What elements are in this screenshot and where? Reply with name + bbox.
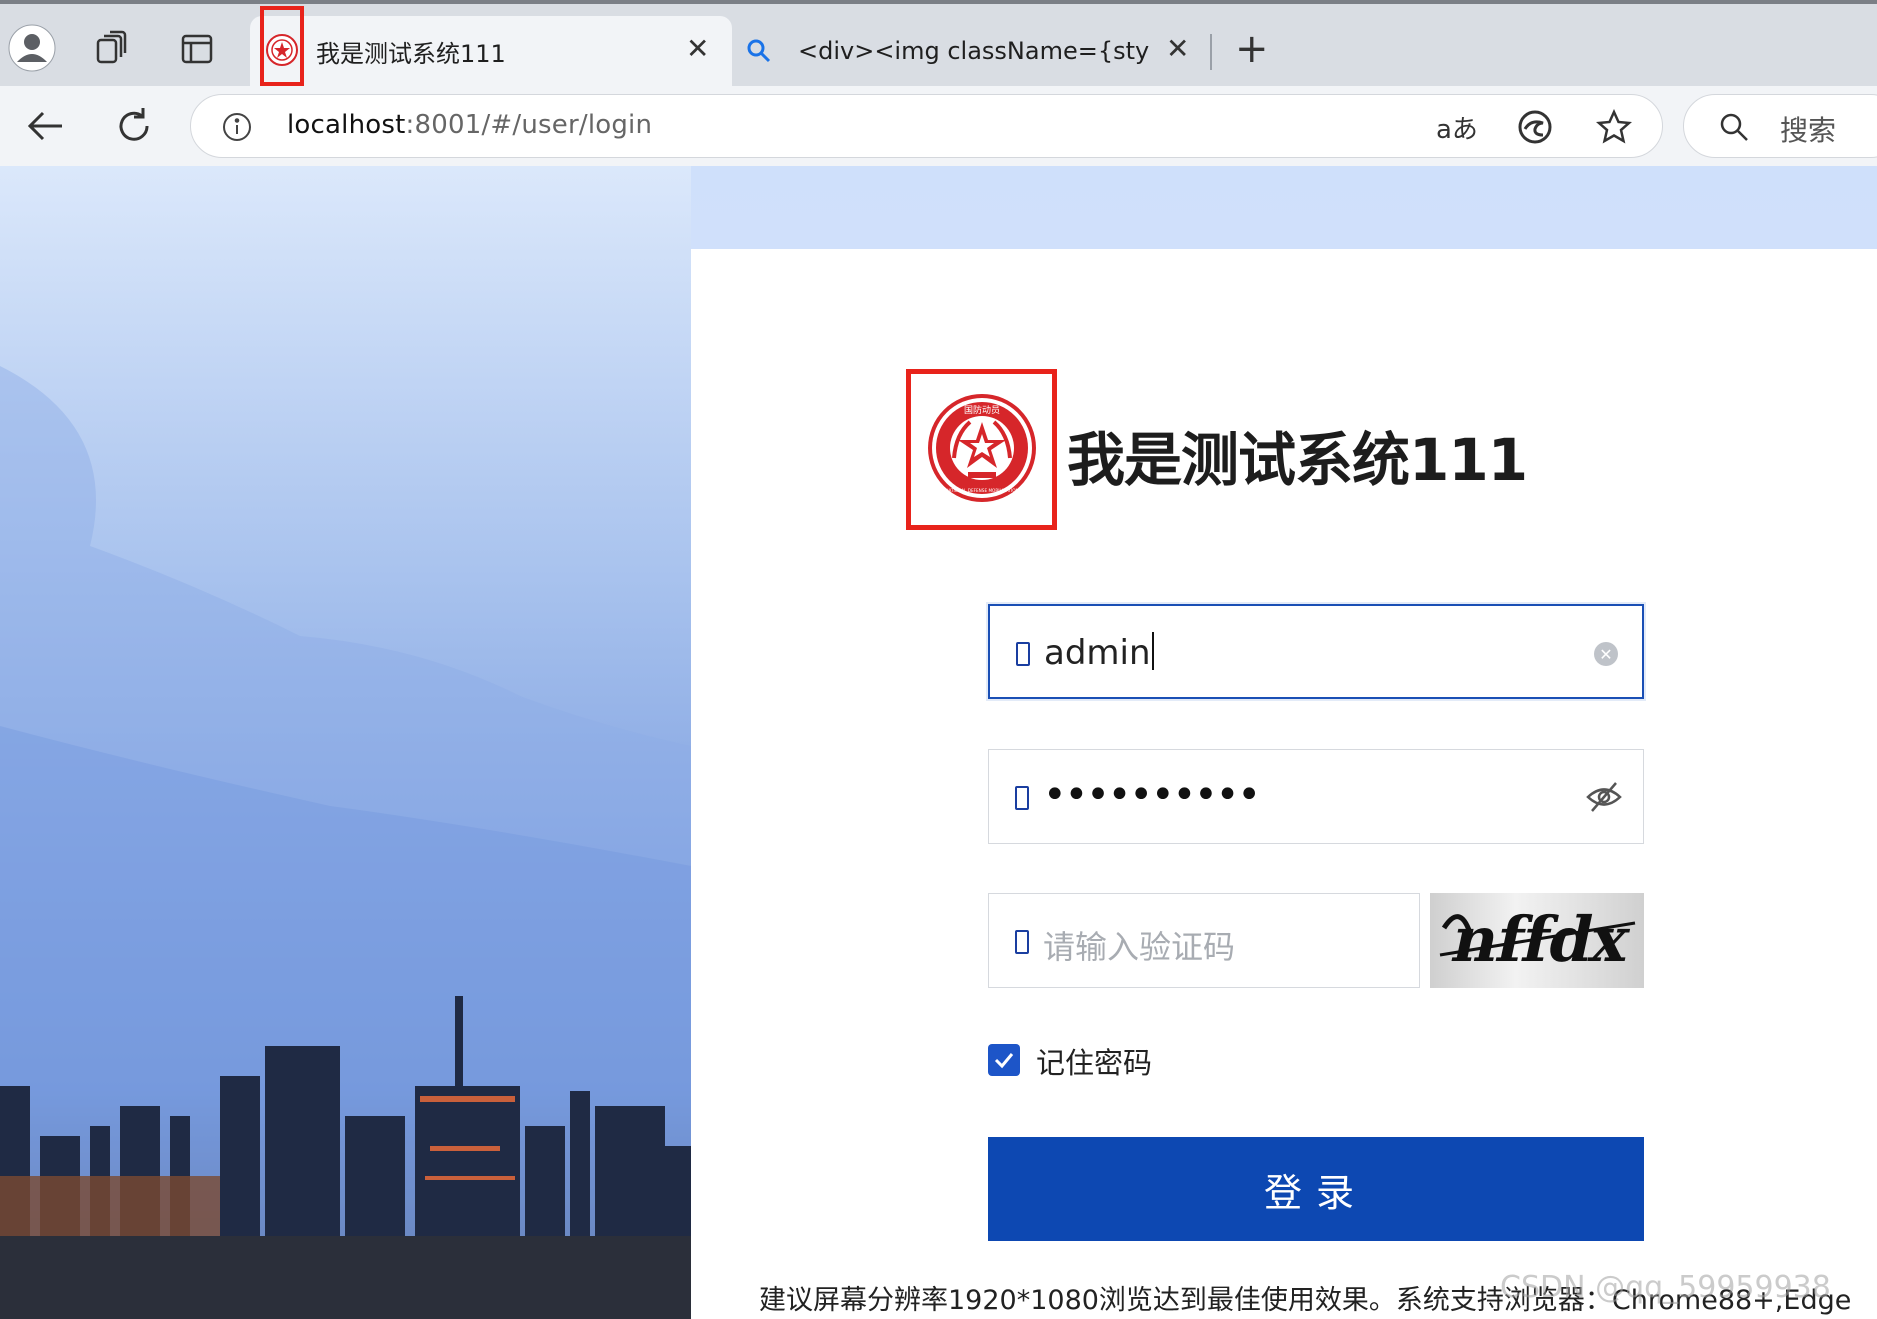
tab-title: 我是测试系统111 [316, 39, 506, 68]
eye-hidden-icon[interactable] [1585, 778, 1623, 820]
captcha-input[interactable]: 请输入验证码 [988, 893, 1420, 988]
emblem-bottom-text: NATIONAL DEFENSE MOBILIZATION [945, 488, 1018, 493]
profile-avatar-icon[interactable] [8, 24, 56, 72]
browser-nav-bar: localhost:8001/#/user/login aあ 搜索 [0, 86, 1877, 166]
city-skyline-background [0, 166, 691, 1319]
url-host: localhost [287, 110, 406, 140]
window-top-border [0, 0, 1877, 4]
remember-password-checkbox[interactable] [988, 1044, 1020, 1076]
edge-copilot-icon[interactable] [1517, 109, 1553, 145]
search-label: 搜索 [1780, 114, 1837, 147]
address-bar[interactable]: localhost:8001/#/user/login aあ [190, 94, 1663, 158]
login-button[interactable]: 登录 [988, 1137, 1644, 1241]
clear-input-icon[interactable]: ✕ [1594, 642, 1618, 666]
emblem-top-text: 国防动员 [963, 404, 999, 416]
tab-close-icon[interactable]: ✕ [686, 32, 709, 65]
password-mask: •••••••••• [1043, 772, 1261, 818]
favorite-star-icon[interactable] [1596, 109, 1632, 145]
username-value: admin [1044, 633, 1151, 673]
refresh-icon[interactable] [114, 106, 154, 146]
lock-prefix-icon [1015, 786, 1029, 810]
new-tab-plus-icon[interactable]: + [1235, 26, 1269, 72]
captcha-code: nffdx [1446, 903, 1636, 976]
tab-search-favicon-icon [746, 38, 772, 68]
username-input[interactable]: admin ✕ [988, 604, 1644, 699]
browser-search-box[interactable]: 搜索 [1683, 94, 1877, 158]
vertical-tabs-icon[interactable] [180, 32, 214, 66]
url-text[interactable]: localhost:8001/#/user/login [287, 110, 652, 140]
tab-title: <div><img className={styles.lo [798, 37, 1150, 65]
back-arrow-icon[interactable] [26, 108, 66, 144]
captcha-image[interactable]: nffdx [1430, 893, 1644, 988]
remember-password-label[interactable]: 记住密码 [1036, 1040, 1152, 1082]
search-icon [1718, 111, 1750, 143]
checkmark-icon [994, 1053, 1014, 1069]
site-info-icon[interactable] [221, 111, 253, 143]
captcha-prefix-icon [1015, 930, 1029, 954]
user-prefix-icon [1016, 642, 1030, 666]
tab-login-page[interactable]: 我是测试系统111 ✕ [250, 6, 732, 86]
translate-icon[interactable]: aあ [1436, 109, 1478, 145]
logo-highlight-box: 国防动员 NATIONAL DEFENSE MOBILIZATION [906, 369, 1057, 530]
csdn-watermark: CSDN @qq_59959938 [1500, 1270, 1831, 1305]
password-input[interactable]: •••••••••• [988, 749, 1644, 844]
captcha-placeholder: 请输入验证码 [1043, 928, 1236, 966]
system-title: 我是测试系统111 [1067, 426, 1528, 494]
url-path: :8001/#/user/login [405, 110, 653, 140]
emblem-favicon-icon [266, 34, 298, 66]
browser-tab-bar: 我是测试系统111 ✕ <div><img className={styles.… [0, 0, 1877, 86]
tab-search-result[interactable]: <div><img className={styles.lo ✕ [732, 16, 1212, 86]
national-defense-emblem-icon: 国防动员 NATIONAL DEFENSE MOBILIZATION [926, 392, 1038, 508]
workspaces-icon[interactable] [94, 30, 130, 66]
tab-close-icon[interactable]: ✕ [1166, 32, 1189, 65]
text-caret [1151, 632, 1154, 670]
tab-separator [1210, 34, 1212, 70]
